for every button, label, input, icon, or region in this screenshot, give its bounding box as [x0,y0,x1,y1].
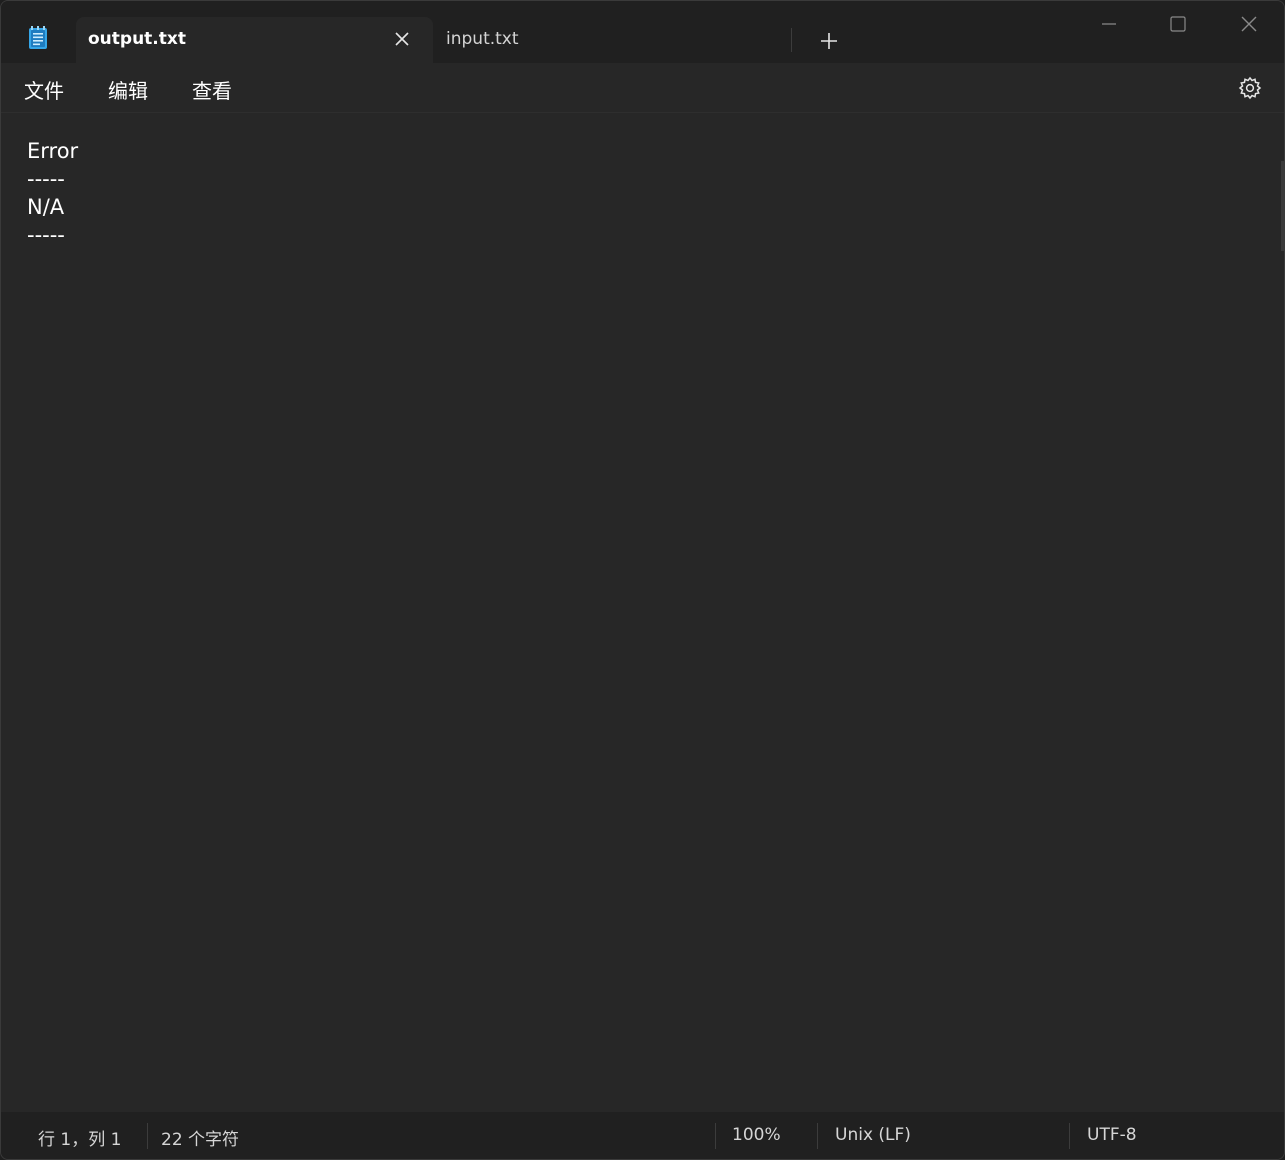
cursor-position: 行 1，列 1 [38,1130,122,1150]
status-divider [1069,1123,1070,1149]
plus-icon[interactable] [817,29,841,53]
menu-view[interactable]: 查看 [192,75,232,104]
minimize-icon[interactable] [1089,11,1129,39]
tab-input[interactable]: input.txt [434,17,791,63]
tab-output[interactable]: output.txt [76,17,433,63]
line-ending[interactable]: Unix (LF) [835,1125,911,1145]
status-bar: 行 1，列 1 22 个字符 100% Unix (LF) UTF-8 [1,1112,1284,1159]
window-close-icon[interactable] [1229,11,1269,39]
gear-icon[interactable] [1237,75,1263,101]
status-divider [147,1123,148,1149]
notepad-icon [29,26,47,49]
character-count: 22 个字符 [161,1130,240,1150]
tab-label: output.txt [88,29,186,49]
notepad-window: output.txt input.txt 文件 编辑 查看 Error ----… [0,0,1285,1160]
status-divider [817,1123,818,1149]
editor-content[interactable]: Error ----- N/A ----- [27,137,78,249]
text-editor[interactable]: Error ----- N/A ----- [1,113,1284,1112]
tab-label: input.txt [446,29,519,49]
status-divider [715,1123,716,1149]
encoding[interactable]: UTF-8 [1087,1125,1137,1145]
menu-bar: 文件 编辑 查看 [1,63,1284,113]
zoom-level[interactable]: 100% [732,1125,781,1145]
tab-divider [791,28,792,52]
menu-edit[interactable]: 编辑 [108,75,148,104]
maximize-icon[interactable] [1158,11,1198,39]
close-icon[interactable] [392,29,412,49]
menu-file[interactable]: 文件 [24,75,64,104]
scrollbar[interactable] [1281,161,1284,251]
title-bar: output.txt input.txt [1,1,1284,63]
